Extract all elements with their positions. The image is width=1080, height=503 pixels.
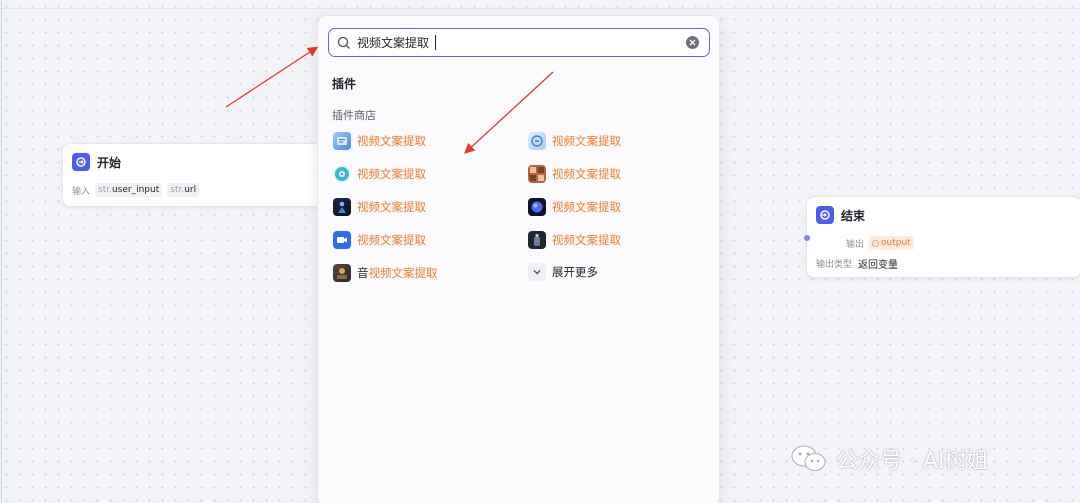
- expand-more-label: 展开更多: [552, 265, 598, 279]
- chevron-down-icon: [528, 263, 546, 281]
- plugin-item[interactable]: 视频文案提取: [528, 164, 621, 184]
- light-blue-icon: [528, 132, 546, 150]
- start-icon: [72, 153, 90, 171]
- plugin-item[interactable]: 视频文案提取: [333, 197, 426, 217]
- end-node[interactable]: 结束 输出 output 输出类型 返回变量: [804, 196, 1080, 278]
- plugin-item[interactable]: 音视频文案提取: [333, 263, 438, 283]
- plugin-item[interactable]: 视频文案提取: [333, 164, 426, 184]
- end-node-title: 结束: [841, 208, 866, 223]
- blue-doc-icon: [333, 132, 351, 150]
- input-label: 输入: [72, 186, 91, 197]
- watermark: 公众号 · AI树姐: [790, 443, 989, 475]
- plugin-item[interactable]: 视频文案提取: [528, 131, 621, 151]
- plugin-search-panel: 插件 插件商店 视频文案提取 视频文案提取 视频文案提取 视频文案提取 音视频文…: [317, 15, 720, 503]
- search-box[interactable]: [328, 28, 710, 57]
- output-type-label: 输出类型: [816, 259, 853, 270]
- plugin-item[interactable]: 视频文案提取: [528, 197, 621, 217]
- search-icon: [337, 36, 350, 49]
- canvas-top-border: [0, 8, 1080, 9]
- text-caret: [435, 35, 436, 50]
- param-tag: str. user_input: [95, 183, 163, 197]
- photo-icon: [333, 264, 351, 282]
- section-subtitle: 插件商店: [332, 109, 376, 122]
- start-node-title: 开始: [97, 155, 122, 170]
- planet-icon: [528, 198, 546, 216]
- plugin-item[interactable]: 视频文案提取: [528, 230, 621, 250]
- wechat-icon: [791, 445, 826, 471]
- dark-bottle-icon: [528, 231, 546, 249]
- clear-icon[interactable]: [686, 36, 699, 49]
- end-icon: [816, 206, 834, 224]
- end-node-type-row: 输出类型 返回变量: [807, 253, 1080, 273]
- arrow-to-search: [225, 46, 319, 108]
- output-label: 输出: [845, 239, 864, 250]
- param-tag: str. url: [167, 183, 200, 197]
- output-tag: output: [869, 236, 914, 250]
- start-node-inputs: 输入 str. user_input str. url: [63, 180, 331, 200]
- start-node[interactable]: 开始 输入 str. user_input str. url: [62, 143, 332, 207]
- dark-figure-icon: [333, 198, 351, 216]
- watermark-text: 公众号 · AI树姐: [836, 449, 989, 474]
- teal-circle-icon: [333, 165, 351, 183]
- canvas-left-border: [1, 0, 2, 503]
- plugin-item[interactable]: 视频文案提取: [333, 230, 426, 250]
- end-node-header: 结束: [807, 197, 1080, 233]
- end-node-output-row: 输出 output: [807, 233, 1080, 253]
- blue-camera-icon: [333, 231, 351, 249]
- expand-more-button[interactable]: 展开更多: [528, 263, 598, 281]
- output-type-value: 返回变量: [858, 259, 899, 271]
- input-port[interactable]: [804, 235, 810, 241]
- search-input[interactable]: [357, 35, 667, 50]
- start-node-header: 开始: [63, 144, 331, 180]
- brown-grid-icon: [528, 165, 546, 183]
- section-title: 插件: [332, 77, 357, 91]
- plugin-item[interactable]: 视频文案提取: [333, 131, 426, 151]
